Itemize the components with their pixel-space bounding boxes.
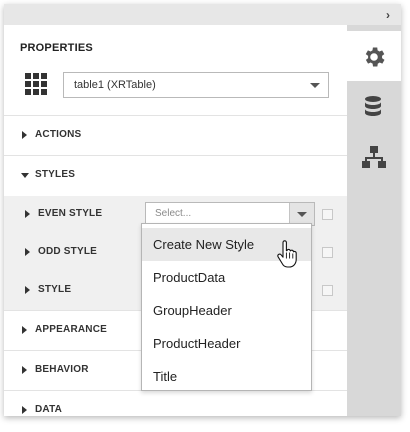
hierarchy-icon [362, 146, 386, 168]
tab-field-list[interactable] [347, 81, 401, 131]
grid-icon [25, 73, 47, 95]
row-label: EVEN STYLE [38, 208, 103, 219]
section-data[interactable]: DATA [4, 390, 347, 416]
panel-tab-strip [347, 25, 401, 416]
dropdown-item-label: Title [153, 369, 178, 384]
dropdown-button[interactable] [289, 203, 314, 225]
row-label: STYLE [38, 284, 72, 295]
dropdown-item-label: GroupHeader [153, 303, 232, 318]
section-label: APPEARANCE [35, 324, 108, 335]
expand-arrow-icon [22, 366, 27, 374]
chevron-down-icon [310, 83, 320, 88]
dropdown-item-label: ProductData [153, 270, 226, 285]
select-placeholder: Select... [155, 208, 192, 219]
dropdown-item-label: Create New Style [153, 237, 255, 252]
component-selector[interactable]: table1 (XRTable) [63, 72, 329, 98]
collapse-chevron-icon[interactable]: › [381, 8, 395, 22]
panel-title: PROPERTIES [20, 42, 93, 54]
row-checkbox[interactable] [322, 285, 333, 296]
section-label: ACTIONS [35, 129, 82, 140]
section-actions[interactable]: ACTIONS [4, 115, 347, 155]
row-checkbox[interactable] [322, 209, 333, 220]
section-label: BEHAVIOR [35, 364, 89, 375]
section-label: STYLES [35, 169, 76, 180]
section-styles[interactable]: STYLES [4, 155, 347, 195]
tab-report-explorer[interactable] [347, 131, 401, 181]
component-selector-value: table1 (XRTable) [74, 79, 156, 91]
dropdown-item-label: ProductHeader [153, 336, 241, 351]
tab-properties[interactable] [347, 31, 401, 81]
expand-arrow-icon [25, 248, 30, 256]
section-label: DATA [35, 404, 63, 415]
dropdown-item-productheader[interactable]: ProductHeader [142, 327, 311, 360]
row-label: ODD STYLE [38, 246, 98, 257]
dropdown-item-title[interactable]: Title [142, 360, 311, 393]
database-icon [365, 96, 381, 116]
hand-cursor-icon [277, 240, 297, 268]
expand-arrow-icon [25, 210, 30, 218]
expand-arrow-icon [22, 406, 27, 414]
dropdown-item-groupheader[interactable]: GroupHeader [142, 294, 311, 327]
expand-arrow-icon [22, 131, 27, 139]
panel-top-bar: › [4, 4, 401, 25]
expand-arrow-icon [22, 326, 27, 334]
row-checkbox[interactable] [322, 247, 333, 258]
collapse-arrow-icon [21, 173, 29, 178]
gear-icon [365, 47, 385, 67]
expand-arrow-icon [25, 286, 30, 294]
